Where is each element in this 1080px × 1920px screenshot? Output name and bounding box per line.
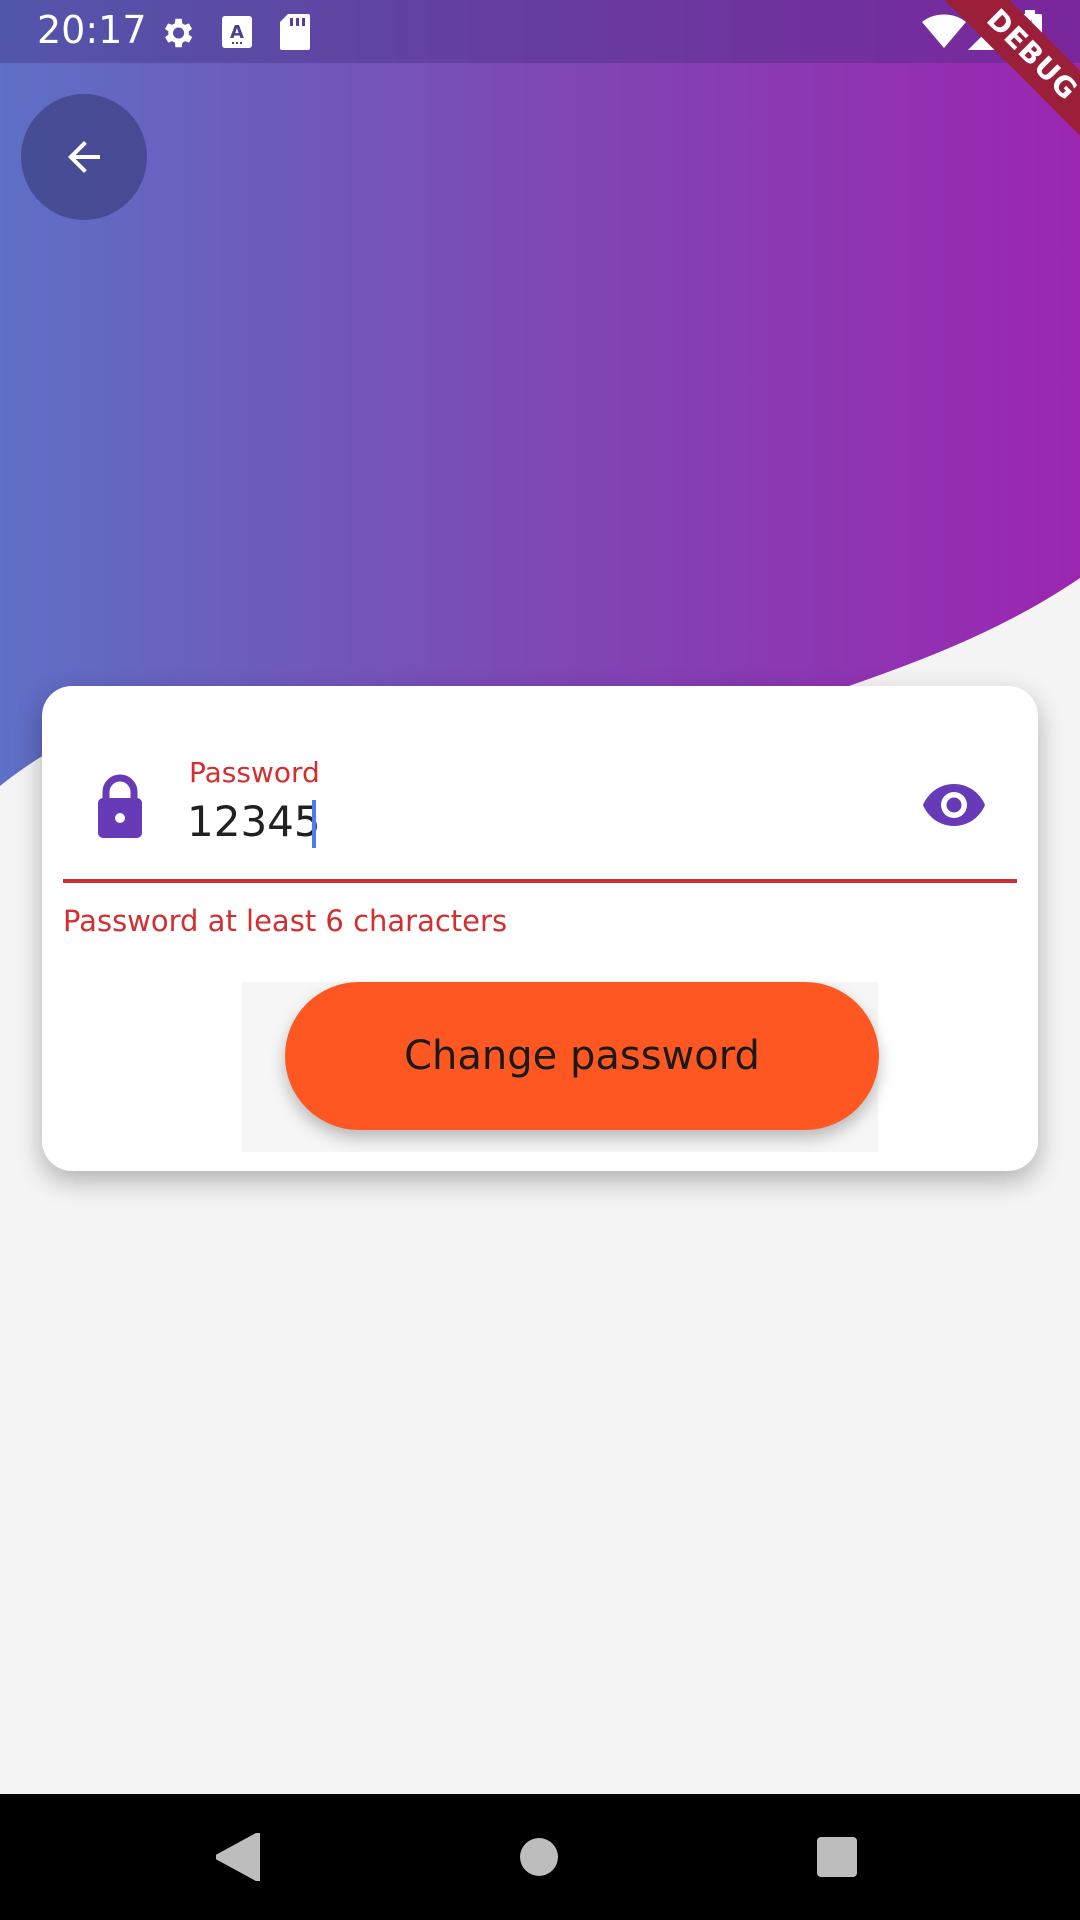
- back-triangle-icon: [216, 1833, 260, 1881]
- password-input[interactable]: [187, 790, 887, 852]
- change-password-button[interactable]: Change password: [285, 982, 879, 1130]
- back-button[interactable]: [21, 94, 147, 220]
- nav-back-button[interactable]: [205, 1824, 271, 1890]
- input-underline-error: [63, 879, 1017, 883]
- svg-text:A: A: [230, 22, 244, 43]
- debug-banner: DEBUG: [920, 0, 1080, 160]
- a11y-text-icon: A: [222, 16, 252, 52]
- lock-icon: [92, 774, 148, 838]
- settings-icon: [158, 14, 196, 56]
- debug-label: DEBUG: [945, 0, 1080, 142]
- text-caret: [312, 800, 316, 848]
- nav-home-button[interactable]: [506, 1824, 572, 1890]
- sd-card-icon: [280, 14, 310, 54]
- arrow-back-icon: [68, 141, 100, 173]
- password-label: Password: [189, 756, 320, 789]
- status-time: 20:17: [37, 8, 147, 52]
- password-error-text: Password at least 6 characters: [63, 904, 508, 938]
- status-bar: 20:17 A: [0, 0, 1080, 63]
- home-circle-icon: [520, 1838, 558, 1876]
- recents-square-icon: [817, 1837, 857, 1877]
- nav-recents-button[interactable]: [804, 1824, 870, 1890]
- system-nav-bar: [0, 1794, 1080, 1920]
- password-card: Password Password at least 6 characters …: [42, 686, 1038, 1171]
- eye-icon[interactable]: [922, 782, 986, 828]
